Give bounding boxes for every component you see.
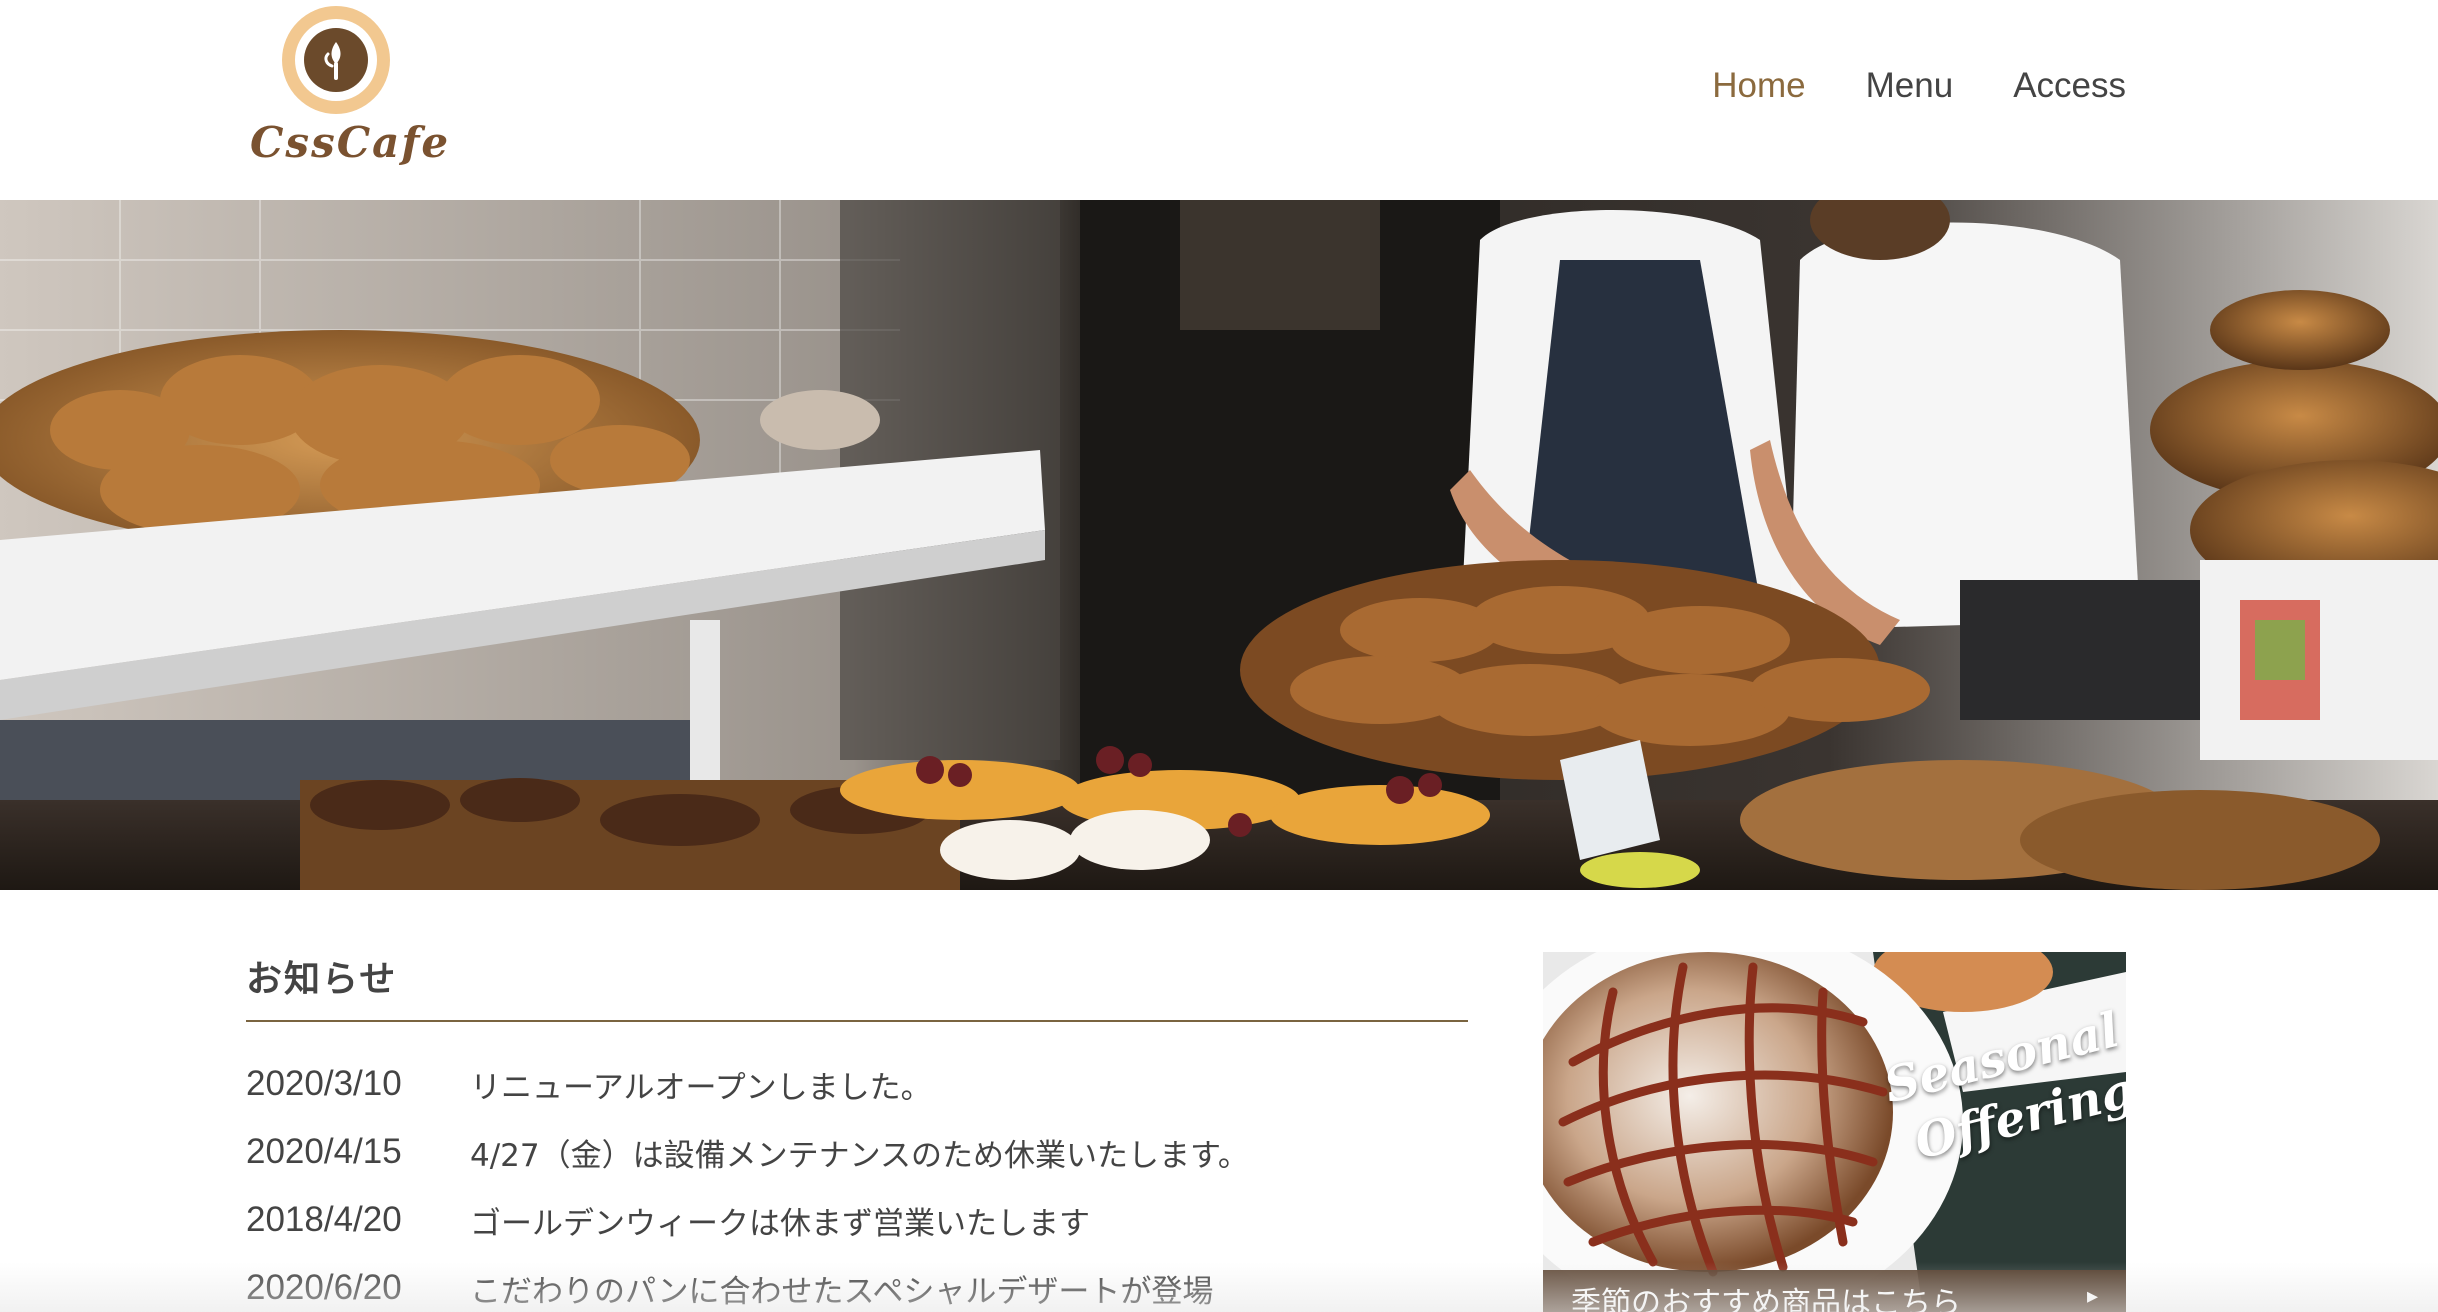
news-text: リニューアルオープンしました。 xyxy=(470,1069,932,1106)
arrow-right-icon: ▸ xyxy=(2086,1284,2098,1309)
news-date: 2020/3/10 xyxy=(246,1064,402,1103)
news-section: お知らせ 2020/3/10 リニューアルオープンしました。 2020/4/15… xyxy=(246,950,1468,1312)
banner-link-label: 季節のおすすめ商品はこちら xyxy=(1571,1286,1961,1312)
main-nav: Home Menu Access xyxy=(1712,66,2126,106)
nav-access[interactable]: Access xyxy=(2013,66,2126,106)
news-item: 2018/4/20 ゴールデンウィークは休まず営業いたします xyxy=(246,1186,1468,1254)
news-text: ゴールデンウィークは休まず営業いたします xyxy=(470,1205,1090,1242)
hero-image xyxy=(0,200,2438,890)
news-date: 2020/6/20 xyxy=(246,1268,402,1307)
news-divider xyxy=(246,1020,1468,1022)
news-item: 2020/6/20 こだわりのパンに合わせたスペシャルデザートが登場 xyxy=(246,1254,1468,1312)
nav-menu[interactable]: Menu xyxy=(1866,66,1954,106)
news-date: 2020/4/15 xyxy=(246,1132,402,1171)
news-text: こだわりのパンに合わせたスペシャルデザートが登場 xyxy=(470,1273,1214,1310)
site-logo[interactable]: CssCafe xyxy=(242,6,448,176)
news-text: 4/27（金）は設備メンテナンスのため休業いたします。 xyxy=(470,1137,1249,1174)
news-item: 2020/4/15 4/27（金）は設備メンテナンスのため休業いたします。 xyxy=(246,1118,1468,1186)
coffee-cup-icon xyxy=(282,6,390,114)
banner-link-bar[interactable]: 季節のおすすめ商品はこちら ▸ xyxy=(1543,1270,2126,1312)
nav-home[interactable]: Home xyxy=(1712,66,1805,106)
logo-text: CssCafe xyxy=(250,118,451,167)
site-header: CssCafe Home Menu Access xyxy=(0,0,2438,200)
news-item: 2020/3/10 リニューアルオープンしました。 xyxy=(246,1050,1468,1118)
news-date: 2018/4/20 xyxy=(246,1200,402,1239)
news-title: お知らせ xyxy=(246,959,398,1000)
seasonal-offering-banner[interactable]: Seasonal Offering 季節のおすすめ商品はこちら ▸ xyxy=(1543,952,2126,1312)
news-list: 2020/3/10 リニューアルオープンしました。 2020/4/15 4/27… xyxy=(246,1050,1468,1312)
